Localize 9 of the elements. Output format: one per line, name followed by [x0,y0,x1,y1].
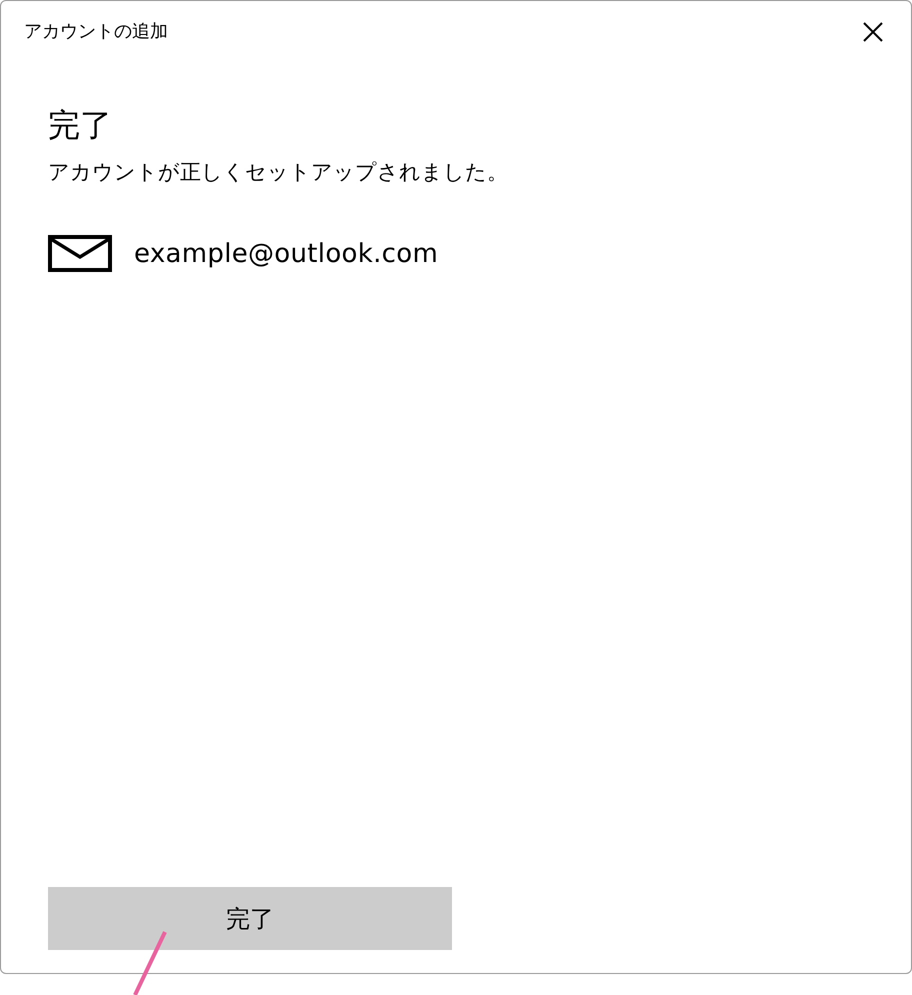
done-button[interactable]: 完了 [48,887,452,950]
annotation-line [132,930,168,995]
window-title: アカウントの追加 [24,20,168,44]
close-icon [863,22,883,42]
account-email: example@outlook.com [134,238,438,270]
envelope-icon [48,235,112,272]
status-message: アカウントが正しくセットアップされました。 [48,159,509,186]
page-heading: 完了 [48,105,113,146]
close-button[interactable] [863,22,883,42]
